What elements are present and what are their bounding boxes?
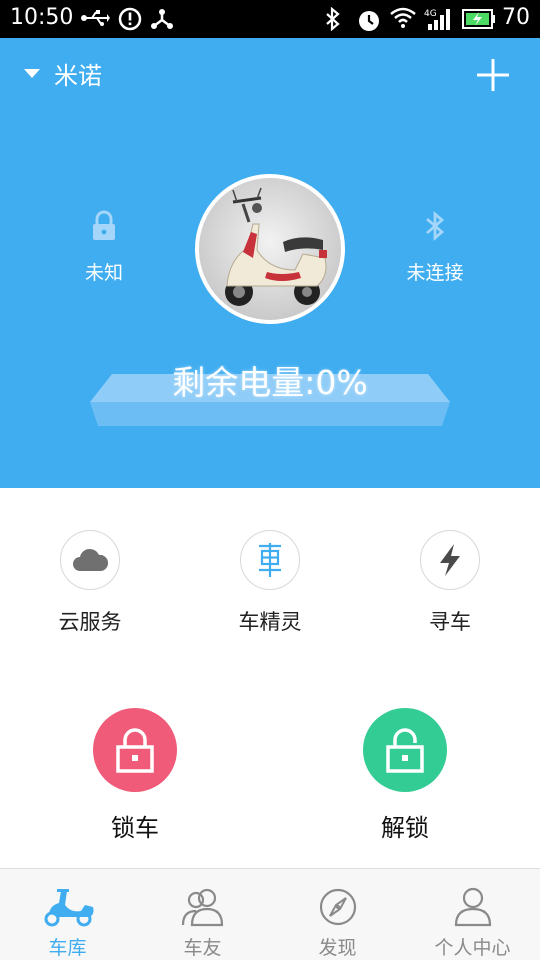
alarm-icon bbox=[359, 11, 379, 31]
lock-icon bbox=[93, 210, 115, 240]
caret-down-icon bbox=[24, 69, 40, 78]
bluetooth-status-icon bbox=[326, 7, 340, 31]
lock-status: 未知 bbox=[44, 206, 164, 285]
cloud-icon bbox=[73, 548, 109, 571]
usb-icon bbox=[81, 10, 110, 26]
friends-icon bbox=[181, 888, 223, 927]
share-icon bbox=[151, 9, 173, 29]
battery-remaining: 剩余电量:0% bbox=[172, 363, 368, 402]
unlock-car-label: 解锁 bbox=[381, 814, 429, 842]
vehicle-name: 米诺 bbox=[54, 62, 102, 90]
cloud-service-button[interactable]: 云服务 bbox=[0, 530, 180, 636]
lock-closed-icon bbox=[116, 728, 154, 773]
cellular-signal-icon: 4G bbox=[424, 9, 450, 30]
car-spirit-label: 车精灵 bbox=[238, 610, 302, 634]
status-bar: 10:50 4G 70 bbox=[0, 0, 540, 38]
lock-status-label: 未知 bbox=[84, 262, 123, 284]
wifi-icon bbox=[390, 7, 416, 28]
status-time: 10:50 bbox=[10, 5, 74, 30]
tab-garage[interactable]: 车库 bbox=[0, 869, 135, 960]
bluetooth-status-label: 未连接 bbox=[406, 262, 464, 284]
scooter-image bbox=[225, 187, 327, 306]
tab-friends[interactable]: 车友 bbox=[135, 869, 270, 960]
find-car-button[interactable]: 寻车 bbox=[360, 530, 540, 636]
vehicle-selector[interactable]: 米诺 bbox=[24, 56, 102, 91]
bluetooth-icon bbox=[426, 210, 445, 242]
tab-personal-center-label: 个人中心 bbox=[434, 937, 511, 959]
tab-discover[interactable]: 发现 bbox=[270, 869, 405, 960]
svg-text:4G: 4G bbox=[424, 9, 437, 19]
add-vehicle-button[interactable] bbox=[474, 56, 512, 94]
lock-car-label: 锁车 bbox=[111, 814, 159, 842]
vehicle-header: 米诺 未知 未连接 剩余电量:0% bbox=[0, 38, 540, 488]
lock-car-button[interactable]: 锁车 bbox=[45, 708, 225, 843]
vehicle-avatar[interactable] bbox=[195, 174, 345, 324]
lock-open-icon bbox=[386, 728, 424, 773]
tab-friends-label: 车友 bbox=[183, 937, 222, 959]
cloud-service-label: 云服务 bbox=[58, 610, 122, 634]
tab-garage-label: 车库 bbox=[48, 937, 87, 959]
alert-icon bbox=[118, 7, 142, 31]
scooter-icon bbox=[44, 889, 93, 927]
battery-icon bbox=[462, 9, 495, 29]
battery-level: 70 bbox=[502, 5, 530, 30]
car-spirit-icon bbox=[259, 543, 281, 577]
tab-personal-center[interactable]: 个人中心 bbox=[405, 869, 540, 960]
bottom-navigation: 车库 车友 发现 个人中心 bbox=[0, 868, 540, 960]
person-icon bbox=[454, 887, 491, 927]
lightning-icon bbox=[440, 544, 460, 576]
tab-discover-label: 发现 bbox=[318, 937, 357, 959]
car-spirit-button[interactable]: 车精灵 bbox=[180, 530, 360, 636]
compass-icon bbox=[319, 888, 356, 926]
unlock-car-button[interactable]: 解锁 bbox=[315, 708, 495, 843]
bluetooth-status[interactable]: 未连接 bbox=[375, 206, 495, 285]
find-car-label: 寻车 bbox=[429, 610, 471, 634]
